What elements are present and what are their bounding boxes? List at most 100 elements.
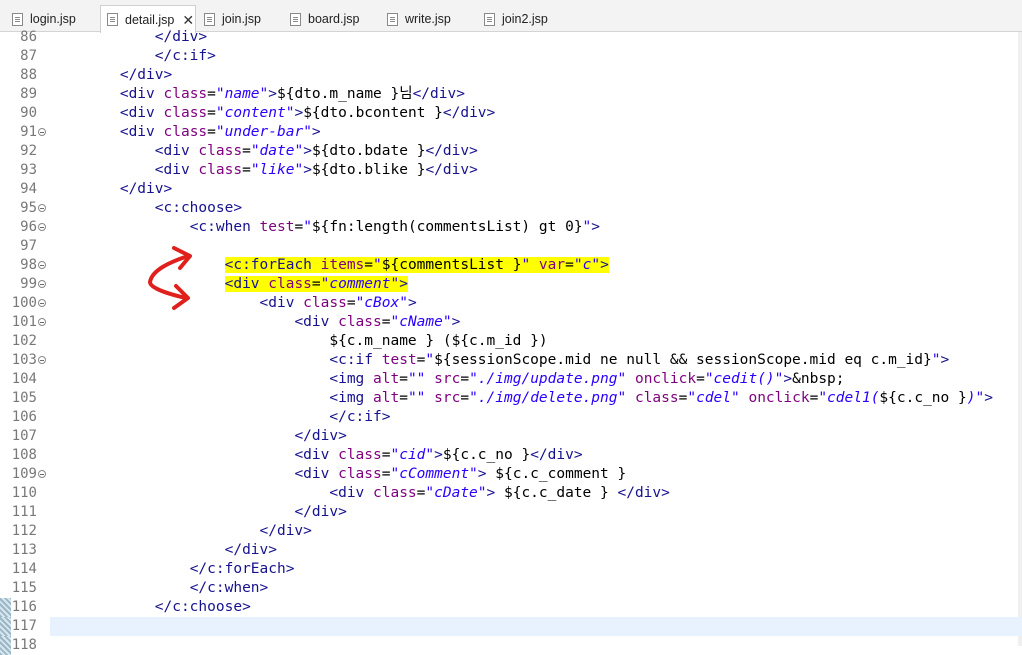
- code-line[interactable]: 94 </div>: [0, 180, 1022, 199]
- line-number: 103: [11, 352, 37, 368]
- code-line[interactable]: 108 <div class="cid">${c.c_no }</div>: [0, 446, 1022, 465]
- line-number: 93: [20, 162, 37, 178]
- code-token: >: [600, 257, 609, 273]
- code-token: onclick: [748, 390, 810, 406]
- code-token: ${c.m_name } (${c.m_id }): [50, 333, 548, 349]
- code-token: <img: [329, 390, 374, 406]
- code-token: >: [783, 371, 793, 387]
- code-line[interactable]: 107 </div>: [0, 427, 1022, 446]
- line-number: 115: [11, 580, 37, 596]
- code-line[interactable]: 111 </div>: [0, 503, 1022, 522]
- fold-toggle-icon[interactable]: [38, 204, 46, 212]
- fold-toggle-icon[interactable]: [38, 128, 46, 136]
- code-token: </c:when>: [189, 580, 269, 596]
- code-token: class: [163, 86, 208, 102]
- line-number: 88: [20, 67, 37, 83]
- code-token: <div: [119, 105, 164, 121]
- code-line[interactable]: 117: [0, 617, 1022, 636]
- fold-toggle-icon[interactable]: [38, 318, 46, 326]
- code-line[interactable]: 110 <div class="cDate"> ${c.c_date } </d…: [0, 484, 1022, 503]
- code-line[interactable]: 105 <img alt="" src="./img/delete.png" c…: [0, 389, 1022, 408]
- code-token: "": [407, 390, 435, 406]
- code-token: <div: [259, 295, 304, 311]
- fold-toggle-icon[interactable]: [38, 299, 46, 307]
- code-line[interactable]: 116 </c:choose>: [0, 598, 1022, 617]
- file-icon: [107, 13, 118, 26]
- code-token: "cdel1(: [818, 390, 880, 406]
- code-text: <div class="cDate"> ${c.c_date } </div>: [50, 484, 670, 503]
- code-token: "cDate": [425, 485, 487, 501]
- code-line[interactable]: 86 </div>: [0, 28, 1022, 47]
- code-line[interactable]: 91 <div class="under-bar">: [0, 123, 1022, 142]
- code-text: <div class="like">${dto.blike }</div>: [50, 161, 478, 180]
- code-token: =: [207, 105, 216, 121]
- code-token: ${dto.bdate }: [311, 143, 426, 159]
- code-line[interactable]: 93 <div class="like">${dto.blike }</div>: [0, 161, 1022, 180]
- code-line[interactable]: 95 <c:choose>: [0, 199, 1022, 218]
- code-token: >: [303, 162, 312, 178]
- code-token: <div: [154, 162, 199, 178]
- code-line[interactable]: 103 <c:if test="${sessionScope.mid ne nu…: [0, 351, 1022, 370]
- line-number: 87: [20, 48, 37, 64]
- code-token: </div>: [224, 542, 277, 558]
- line-number: 96: [20, 219, 37, 235]
- code-token: >: [477, 466, 496, 482]
- code-token: <img: [329, 371, 374, 387]
- line-number: 113: [11, 542, 37, 558]
- code-line[interactable]: 90 <div class="content">${dto.bcontent }…: [0, 104, 1022, 123]
- code-line[interactable]: 115 </c:when>: [0, 579, 1022, 598]
- code-text: <div class="cBox">: [50, 294, 417, 313]
- line-number: 107: [11, 428, 37, 444]
- fold-toggle-icon[interactable]: [38, 356, 46, 364]
- fold-toggle-icon[interactable]: [38, 223, 46, 231]
- code-token: =: [364, 257, 374, 273]
- code-token: </c:if>: [154, 48, 216, 64]
- code-text: </c:if>: [50, 47, 216, 66]
- code-line[interactable]: 88 </div>: [0, 66, 1022, 85]
- code-line[interactable]: 106 </c:if>: [0, 408, 1022, 427]
- code-line[interactable]: 112 </div>: [0, 522, 1022, 541]
- line-number: 114: [11, 561, 37, 577]
- close-icon[interactable]: ✕: [182, 13, 194, 27]
- code-token: class: [198, 143, 243, 159]
- code-token: "cComment": [390, 466, 478, 482]
- code-line[interactable]: 113 </div>: [0, 541, 1022, 560]
- code-token: class: [373, 485, 417, 501]
- code-token: >: [294, 105, 304, 121]
- code-token: >: [451, 314, 461, 330]
- code-token: =: [242, 143, 251, 159]
- fold-toggle-icon[interactable]: [38, 261, 46, 269]
- code-token: &nbsp;: [792, 371, 845, 387]
- code-token: ": [373, 257, 382, 273]
- code-token: "": [407, 371, 435, 387]
- code-line[interactable]: 96 <c:when test="${fn:length(commentsLis…: [0, 218, 1022, 237]
- code-token: "cBox": [355, 295, 408, 311]
- tab-label: board.jsp: [308, 12, 360, 26]
- line-number: 90: [20, 105, 37, 121]
- code-token: class: [163, 124, 208, 140]
- code-line[interactable]: 104 <img alt="" src="./img/update.png" o…: [0, 370, 1022, 389]
- code-text: </c:when>: [50, 579, 269, 598]
- code-line[interactable]: 102 ${c.m_name } (${c.m_id }): [0, 332, 1022, 351]
- code-text: </c:if>: [50, 408, 390, 427]
- code-line[interactable]: 87 </c:if>: [0, 47, 1022, 66]
- code-token: >: [434, 447, 443, 463]
- code-line[interactable]: 109 <div class="cComment"> ${c.c_comment…: [0, 465, 1022, 484]
- code-token: <c:choose>: [154, 200, 243, 216]
- line-number: 94: [20, 181, 37, 197]
- code-token: test: [381, 352, 417, 368]
- code-line[interactable]: 114 </c:forEach>: [0, 560, 1022, 579]
- code-text: <div class="content">${dto.bcontent }</d…: [50, 104, 495, 123]
- code-token: <c:if: [329, 352, 382, 368]
- code-line[interactable]: 89 <div class="name">${dto.m_name }님</di…: [0, 85, 1022, 104]
- fold-toggle-icon[interactable]: [38, 280, 46, 288]
- code-token: >: [984, 390, 993, 406]
- code-line[interactable]: 92 <div class="date">${dto.bdate }</div>: [0, 142, 1022, 161]
- fold-toggle-icon[interactable]: [38, 470, 46, 478]
